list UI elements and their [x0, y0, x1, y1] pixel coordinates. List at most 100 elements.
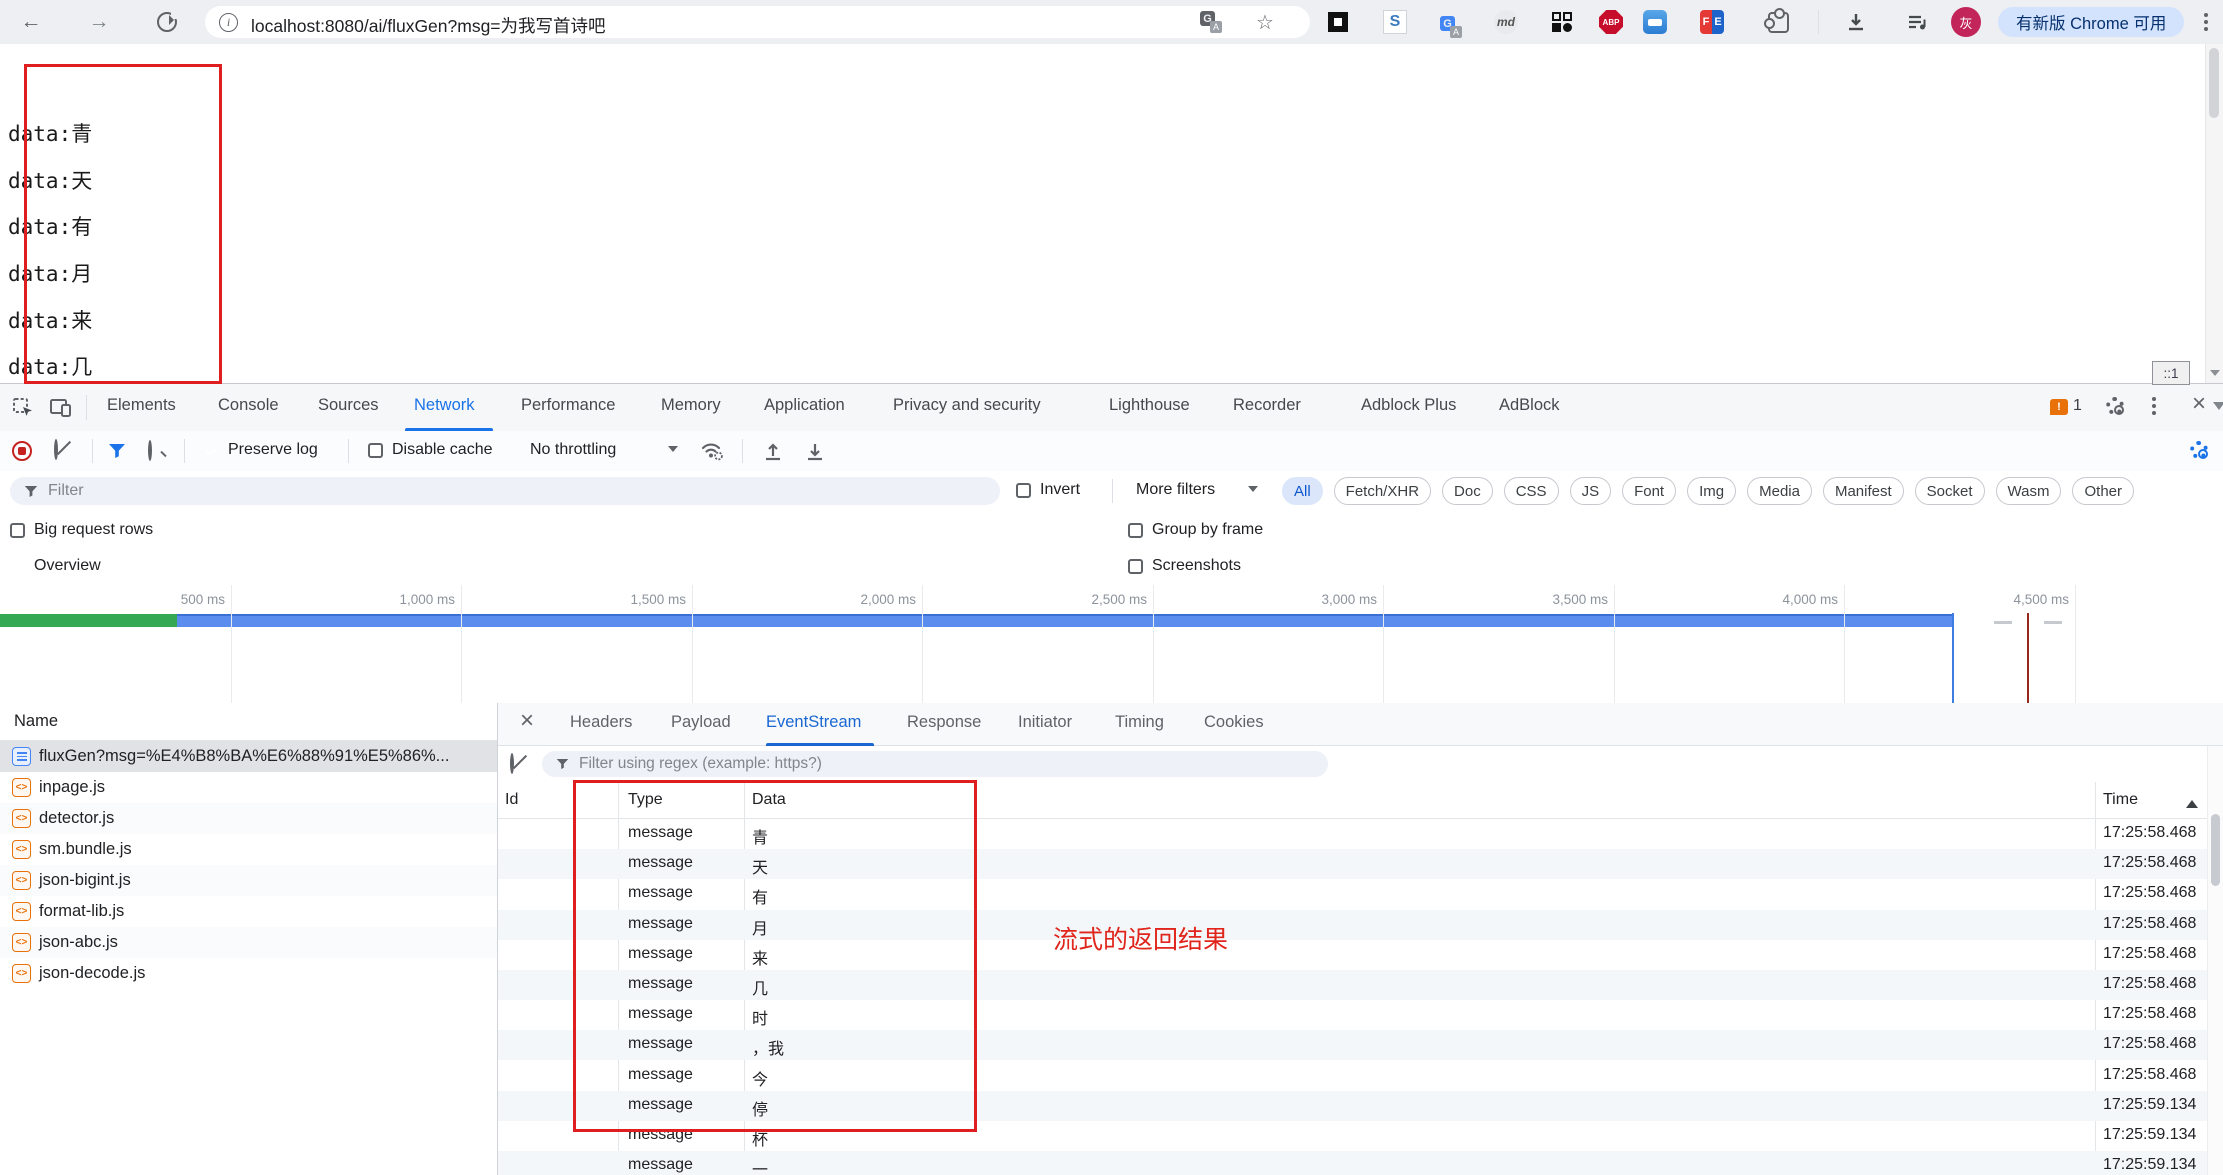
more-filters-caret-icon[interactable] — [1248, 486, 1258, 497]
network-settings-gear-icon[interactable] — [2190, 441, 2208, 459]
media-playlist-icon[interactable] — [1903, 8, 1931, 36]
page-info-icon[interactable]: i — [219, 13, 238, 32]
eventstream-row[interactable]: message来17:25:58.468 — [498, 940, 2223, 970]
avatar[interactable]: 灰 — [1951, 7, 1981, 37]
qr-extension-icon[interactable] — [1548, 8, 1576, 36]
black-square-extension-icon[interactable] — [1324, 8, 1352, 36]
devtools-tab-recorder[interactable]: Recorder — [1233, 396, 1301, 415]
request-row[interactable]: <>inpage.js — [0, 772, 497, 803]
inspect-element-icon[interactable] — [10, 395, 36, 421]
network-conditions-icon[interactable] — [700, 439, 726, 466]
issues-icon[interactable]: ! — [2050, 399, 2068, 415]
request-row[interactable]: <>json-decode.js — [0, 958, 497, 989]
sort-ascending-icon[interactable] — [2186, 794, 2198, 808]
request-row[interactable]: <>format-lib.js — [0, 896, 497, 927]
browser-menu-kebab-icon[interactable] — [2192, 8, 2220, 36]
detail-tab-headers[interactable]: Headers — [570, 713, 632, 732]
card-extension-icon[interactable] — [1641, 8, 1669, 36]
devtools-tab-adblock[interactable]: AdBlock — [1499, 396, 1560, 415]
record-network-log-icon[interactable] — [12, 441, 32, 461]
s-extension-icon[interactable]: S — [1381, 8, 1409, 36]
devtools-close-icon[interactable]: × — [2192, 392, 2206, 416]
chip-wasm[interactable]: Wasm — [1996, 477, 2062, 505]
screenshots-checkbox[interactable] — [1128, 559, 1143, 574]
chip-socket[interactable]: Socket — [1915, 477, 1985, 505]
throttling-select[interactable]: No throttling — [530, 441, 616, 459]
detail-tab-initiator[interactable]: Initiator — [1018, 713, 1072, 732]
big-request-rows-checkbox[interactable] — [10, 523, 25, 538]
close-detail-icon[interactable]: × — [520, 709, 534, 733]
clear-eventstream-icon[interactable] — [510, 755, 514, 773]
address-bar[interactable]: i localhost:8080/ai/fluxGen?msg=为我写首诗吧 G… — [205, 6, 1310, 38]
eventstream-row[interactable]: message时17:25:58.468 — [498, 1000, 2223, 1030]
eventstream-row[interactable]: message有17:25:58.468 — [498, 879, 2223, 909]
scroll-down-arrow-icon[interactable] — [2210, 370, 2220, 381]
filter-input[interactable]: Filter — [10, 477, 1000, 505]
md-extension-icon[interactable]: md — [1492, 8, 1520, 36]
bookmark-star-icon[interactable]: ☆ — [1256, 10, 1274, 35]
request-row[interactable]: fluxGen?msg=%E4%B8%BA%E6%88%91%E5%86%... — [0, 741, 497, 772]
detail-tab-cookies[interactable]: Cookies — [1204, 713, 1264, 732]
request-row[interactable]: <>json-abc.js — [0, 927, 497, 958]
network-overview-timeline[interactable]: 500 ms1,000 ms1,500 ms2,000 ms2,500 ms3,… — [0, 585, 2223, 704]
time-column-header[interactable]: Time — [2103, 782, 2138, 818]
export-har-icon[interactable] — [804, 440, 826, 467]
devtools-tab-network[interactable]: Network — [414, 396, 475, 415]
eventstream-row[interactable]: message天17:25:58.468 — [498, 849, 2223, 879]
reload-icon[interactable] — [152, 7, 182, 37]
detail-tab-payload[interactable]: Payload — [671, 713, 731, 732]
search-icon[interactable] — [148, 442, 152, 460]
detail-tab-timing[interactable]: Timing — [1115, 713, 1164, 732]
devtools-tab-privacy-and-security[interactable]: Privacy and security — [893, 396, 1041, 415]
tab-overflow-chevron-icon[interactable] — [2213, 402, 2223, 416]
fe-extension-icon[interactable]: F E — [1698, 8, 1726, 36]
devtools-menu-kebab-icon[interactable] — [2152, 397, 2156, 415]
request-row[interactable]: <>detector.js — [0, 803, 497, 834]
disable-cache-checkbox[interactable] — [368, 443, 383, 458]
eventstream-row[interactable]: message今17:25:58.468 — [498, 1061, 2223, 1091]
detail-tab-response[interactable]: Response — [907, 713, 981, 732]
devtools-tab-console[interactable]: Console — [218, 396, 279, 415]
detail-tab-eventstream[interactable]: EventStream — [766, 713, 861, 732]
devtools-tab-memory[interactable]: Memory — [661, 396, 721, 415]
more-filters-button[interactable]: More filters — [1136, 481, 1215, 499]
forward-icon[interactable]: → — [84, 7, 114, 37]
back-icon[interactable]: ← — [16, 7, 46, 37]
data-column-header[interactable]: Data — [752, 782, 786, 818]
device-toolbar-icon[interactable] — [48, 395, 74, 421]
devtools-tab-sources[interactable]: Sources — [318, 396, 379, 415]
devtools-tab-adblock-plus[interactable]: Adblock Plus — [1361, 396, 1456, 415]
google-translate-extension-icon[interactable]: GA — [1437, 8, 1465, 36]
chip-img[interactable]: Img — [1687, 477, 1736, 505]
detail-scrollbar[interactable] — [2207, 746, 2223, 1175]
eventstream-row[interactable]: message一17:25:59.134 — [498, 1151, 2223, 1175]
chip-doc[interactable]: Doc — [1442, 477, 1493, 505]
clear-network-log-icon[interactable] — [54, 441, 58, 459]
devtools-tab-lighthouse[interactable]: Lighthouse — [1109, 396, 1190, 415]
downloads-icon[interactable] — [1842, 8, 1870, 36]
adblock-plus-icon[interactable]: ABP — [1597, 8, 1625, 36]
eventstream-row[interactable]: message杯17:25:59.134 — [498, 1121, 2223, 1151]
chip-font[interactable]: Font — [1622, 477, 1676, 505]
chip-other[interactable]: Other — [2072, 477, 2134, 505]
devtools-tab-application[interactable]: Application — [764, 396, 845, 415]
chrome-update-button[interactable]: 有新版 Chrome 可用 — [1998, 7, 2184, 37]
eventstream-row[interactable]: message几17:25:58.468 — [498, 970, 2223, 1000]
eventstream-row[interactable]: message青17:25:58.468 — [498, 819, 2223, 849]
invert-checkbox[interactable] — [1016, 483, 1031, 498]
chip-fetch-xhr[interactable]: Fetch/XHR — [1334, 477, 1431, 505]
name-column-header[interactable]: Name — [0, 703, 497, 741]
page-scrollbar[interactable] — [2205, 44, 2223, 383]
translate-icon[interactable]: GA — [1200, 11, 1222, 33]
group-by-frame-checkbox[interactable] — [1128, 523, 1143, 538]
chip-media[interactable]: Media — [1747, 477, 1812, 505]
request-row[interactable]: <>json-bigint.js — [0, 865, 497, 896]
chip-all[interactable]: All — [1282, 477, 1323, 505]
extensions-puzzle-icon[interactable] — [1764, 8, 1792, 36]
chip-manifest[interactable]: Manifest — [1823, 477, 1904, 505]
eventstream-row[interactable]: message，我17:25:58.468 — [498, 1030, 2223, 1060]
page-scrollbar-thumb[interactable] — [2209, 48, 2219, 118]
id-column-header[interactable]: Id — [505, 782, 518, 818]
type-column-header[interactable]: Type — [628, 782, 663, 818]
eventstream-row[interactable]: message停17:25:59.134 — [498, 1091, 2223, 1121]
